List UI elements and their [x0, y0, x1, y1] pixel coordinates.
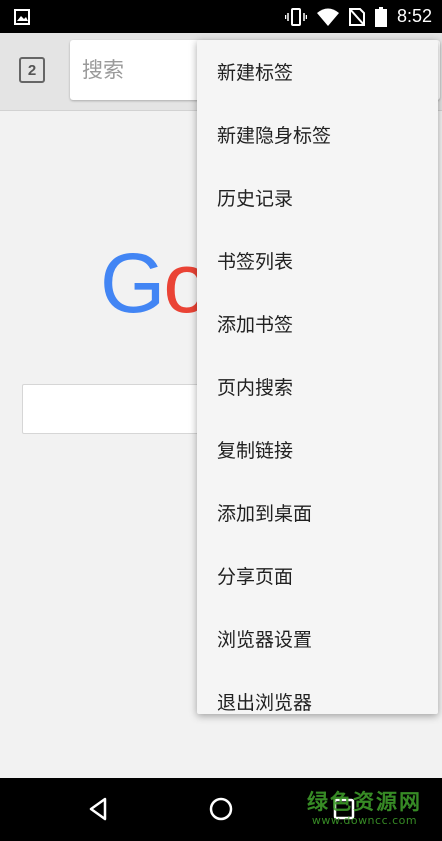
tab-switcher-button[interactable]: 2 [19, 57, 45, 83]
gallery-icon [14, 9, 30, 25]
google-logo: Go [100, 236, 210, 330]
vibrate-icon [284, 7, 307, 26]
no-sim-icon [348, 7, 365, 26]
back-icon[interactable] [85, 795, 113, 823]
watermark-title: 绿色资源网 [307, 790, 422, 814]
wifi-icon [316, 8, 339, 26]
menu-item-add-to-home[interactable]: 添加到桌面 [197, 481, 438, 544]
menu-item-find-in-page[interactable]: 页内搜索 [197, 355, 438, 418]
status-time: 8:52 [396, 6, 432, 26]
menu-item-exit[interactable]: 退出浏览器 [197, 670, 438, 714]
watermark: 绿色资源网 www.downcc.com [307, 790, 422, 827]
menu-item-new-tab[interactable]: 新建标签 [197, 40, 438, 103]
overflow-menu: 新建标签 新建隐身标签 历史记录 书签列表 添加书签 页内搜索 复制链接 添加到… [197, 40, 438, 714]
menu-item-bookmarks[interactable]: 书签列表 [197, 229, 438, 292]
menu-item-share-page[interactable]: 分享页面 [197, 544, 438, 607]
menu-item-copy-link[interactable]: 复制链接 [197, 418, 438, 481]
status-bar: 8:52 [0, 0, 442, 33]
menu-item-history[interactable]: 历史记录 [197, 166, 438, 229]
menu-item-settings[interactable]: 浏览器设置 [197, 607, 438, 670]
home-icon[interactable] [207, 795, 235, 823]
menu-item-new-incognito-tab[interactable]: 新建隐身标签 [197, 103, 438, 166]
battery-icon [374, 6, 387, 27]
menu-item-add-bookmark[interactable]: 添加书签 [197, 292, 438, 355]
watermark-url: www.downcc.com [311, 814, 418, 827]
